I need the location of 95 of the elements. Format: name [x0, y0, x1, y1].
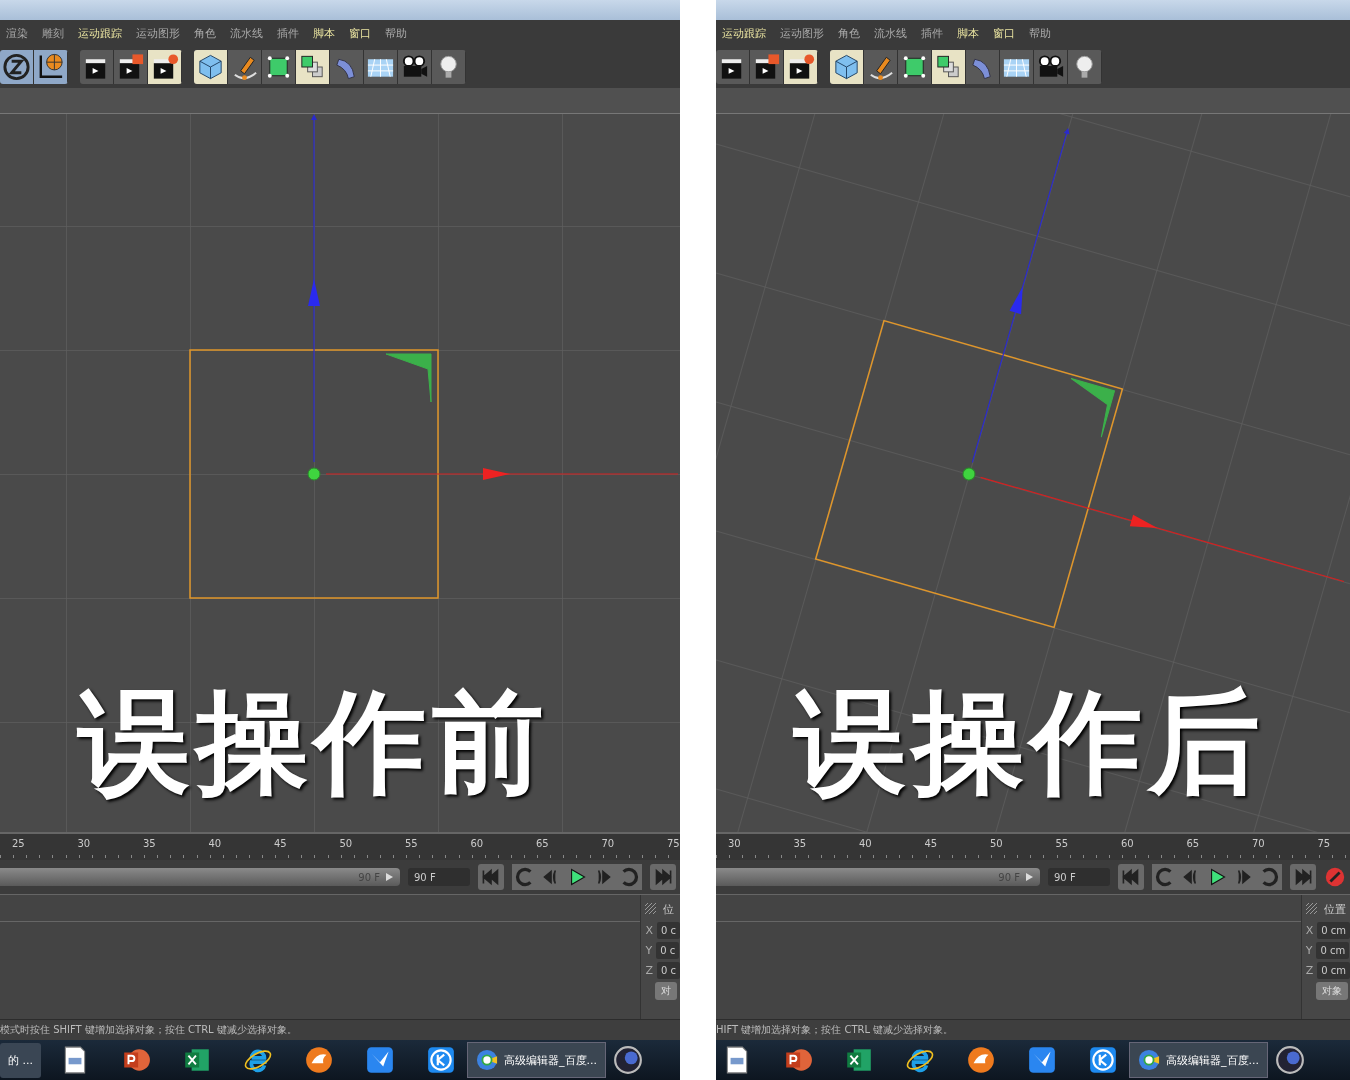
- taskbar-window-button[interactable]: 的 ...: [0, 1042, 41, 1078]
- ruler-label: 55: [1054, 837, 1070, 849]
- coordinate-field[interactable]: 0 c: [656, 922, 680, 939]
- ruler-label: 30: [76, 837, 92, 849]
- menu-item[interactable]: 角色: [838, 25, 860, 41]
- hatch-icon: [645, 903, 658, 915]
- menu-item[interactable]: 帮助: [1029, 25, 1051, 41]
- menu-item[interactable]: 运动跟踪: [78, 25, 122, 41]
- axis-label: X: [1305, 924, 1314, 937]
- browser-icon: [1138, 1049, 1160, 1071]
- ruler-label: 70: [600, 837, 616, 849]
- hatch-icon: [1305, 903, 1318, 915]
- menu-item[interactable]: 脚本: [313, 25, 335, 41]
- origin-dot-icon[interactable]: [962, 467, 976, 481]
- origin-dot-icon[interactable]: [307, 467, 321, 481]
- corner-marker-icon: [385, 353, 432, 403]
- frame-field[interactable]: 90 F: [408, 868, 470, 886]
- position-header: 位置: [1323, 901, 1346, 917]
- menu-item[interactable]: 雕刻: [42, 25, 64, 41]
- ruler-label: 40: [207, 837, 223, 849]
- menu-item[interactable]: 脚本: [957, 25, 979, 41]
- go-to-end-icon[interactable]: [1290, 864, 1316, 890]
- menu-item[interactable]: 插件: [921, 25, 943, 41]
- axis-label: Z: [645, 964, 653, 977]
- go-to-end-icon[interactable]: [650, 864, 676, 890]
- menu-item[interactable]: 运动图形: [780, 25, 824, 41]
- axis-label: Y: [1305, 944, 1313, 957]
- clapboard-icon[interactable]: [784, 50, 818, 84]
- caption-overlay: 误操作前: [78, 680, 550, 804]
- ruler-label: 35: [792, 837, 808, 849]
- coordinate-field[interactable]: 0 cm: [1317, 922, 1350, 939]
- axis-label: Z: [1305, 964, 1314, 977]
- menu-item[interactable]: 流水线: [874, 25, 907, 41]
- ruler-label: 40: [858, 837, 873, 849]
- coordinate-field[interactable]: 0 cm: [1317, 962, 1350, 979]
- ruler-label: 50: [989, 837, 1004, 849]
- ruler-label: 65: [535, 837, 550, 849]
- ruler-label: 75: [666, 837, 680, 849]
- menu-item[interactable]: 窗口: [349, 25, 371, 41]
- ruler-label: 50: [338, 837, 354, 849]
- ruler-label: 75: [1316, 837, 1332, 849]
- z-letter-icon[interactable]: [0, 50, 34, 84]
- ruler-label: 65: [1185, 837, 1201, 849]
- triangle-right-icon[interactable]: [1024, 872, 1034, 882]
- menu-item[interactable]: 窗口: [993, 25, 1015, 41]
- menu-item[interactable]: 运动跟踪: [722, 25, 766, 41]
- menu-item[interactable]: 流水线: [230, 25, 263, 41]
- axis-label: Y: [645, 944, 653, 957]
- taskbar-task-button[interactable]: 高级编辑器_百度...: [467, 1042, 606, 1078]
- ruler-label: 35: [142, 837, 157, 849]
- ruler-label: 70: [1251, 837, 1266, 849]
- k-app-icon[interactable]: [1088, 1045, 1118, 1075]
- position-header: 位: [663, 901, 675, 917]
- menu-item[interactable]: 渲染: [6, 25, 28, 41]
- menu-item[interactable]: 插件: [277, 25, 299, 41]
- ruler-label: 55: [404, 837, 419, 849]
- sphere-app-icon[interactable]: [1275, 1045, 1305, 1075]
- status-text: HIFT 键增加选择对象；按住 CTRL 键减少选择对象。: [716, 1019, 1350, 1040]
- ruler-label: 60: [469, 837, 485, 849]
- loop-forward-icon[interactable]: [1256, 864, 1282, 890]
- triangle-right-icon[interactable]: [384, 872, 394, 882]
- frame-field[interactable]: 90 F: [1048, 868, 1110, 886]
- timeline-ruler[interactable]: 30 35 40 45 50 55 60 65 70 75: [716, 832, 1350, 860]
- k-app-icon[interactable]: [426, 1045, 456, 1075]
- cube-array-icon[interactable]: [296, 50, 330, 84]
- selection-square[interactable]: [189, 349, 439, 599]
- loop-forward-icon[interactable]: [616, 864, 642, 890]
- cube-array-icon[interactable]: [932, 50, 966, 84]
- sphere-app-icon[interactable]: [613, 1045, 643, 1075]
- ruler-label: 45: [923, 837, 939, 849]
- axis-label: X: [645, 924, 653, 937]
- loop-back-icon[interactable]: [1152, 864, 1178, 890]
- clapboard-icon[interactable]: [148, 50, 182, 84]
- ruler-label: 30: [727, 837, 742, 849]
- coordinate-field[interactable]: 0 c: [656, 942, 680, 959]
- caption-overlay: 误操作后: [794, 680, 1266, 804]
- cube-icon[interactable]: [830, 50, 864, 84]
- status-text: 模式时按住 SHIFT 键增加选择对象；按住 CTRL 键减少选择对象。: [0, 1019, 680, 1040]
- corner-marker-icon: [1070, 378, 1116, 438]
- record-icon[interactable]: [1324, 866, 1346, 888]
- browser-icon: [476, 1049, 498, 1071]
- menu-item[interactable]: 角色: [194, 25, 216, 41]
- ruler-label: 60: [1120, 837, 1135, 849]
- coordinate-field[interactable]: 0 c: [656, 962, 680, 979]
- coordinate-field[interactable]: 0 cm: [1316, 942, 1350, 959]
- go-to-start-icon[interactable]: [1118, 864, 1144, 890]
- menu-item[interactable]: 运动图形: [136, 25, 180, 41]
- ruler-label: 45: [273, 837, 288, 849]
- ruler-label: 25: [11, 837, 26, 849]
- cube-icon[interactable]: [194, 50, 228, 84]
- go-to-start-icon[interactable]: [478, 864, 504, 890]
- timeline-ruler[interactable]: 25 30 35 40 45 50 55 60 65 70 75: [0, 832, 680, 860]
- menu-item[interactable]: 帮助: [385, 25, 407, 41]
- taskbar-task-button[interactable]: 高级编辑器_百度...: [1129, 1042, 1268, 1078]
- loop-back-icon[interactable]: [512, 864, 538, 890]
